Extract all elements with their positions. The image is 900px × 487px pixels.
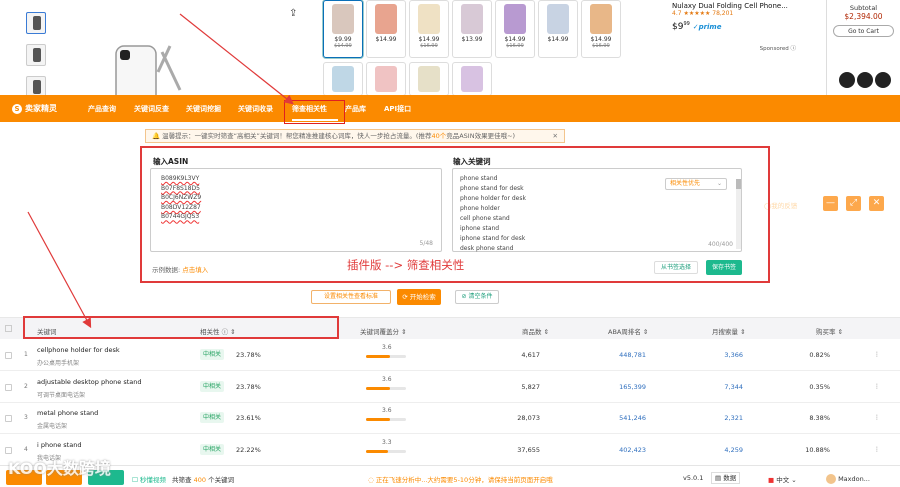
watermark: KOO大数跨境: [8, 459, 111, 478]
footer-bar: ☐ 秒懂视频 共筛查 400 个关键词 ◌ 正在飞速分析中...大约需要5-10…: [0, 465, 900, 487]
flag-icon: ■: [768, 476, 775, 484]
filter-count: 共筛查 400 个关键词: [172, 474, 234, 484]
avatar: [826, 474, 836, 484]
count-value: 400: [193, 476, 206, 484]
status-text: ◌ 正在飞速分析中...大约需要5-10分钟，请保持当前页面开启哦: [368, 476, 553, 484]
data-button[interactable]: ▤ 数据: [711, 472, 741, 484]
language-select[interactable]: ■ 中文 ⌄: [768, 474, 797, 484]
user-menu[interactable]: Maxdon...: [826, 474, 870, 484]
language-label: 中文: [776, 476, 790, 484]
version-label: v5.0.1: [683, 474, 704, 482]
user-name: Maxdon...: [838, 475, 870, 483]
count-label: 共筛查: [172, 476, 192, 484]
selected-count: ☐ 秒懂视频: [132, 476, 166, 484]
count-unit: 个关键词: [208, 476, 235, 484]
annotation-arrows: [27, 13, 294, 329]
